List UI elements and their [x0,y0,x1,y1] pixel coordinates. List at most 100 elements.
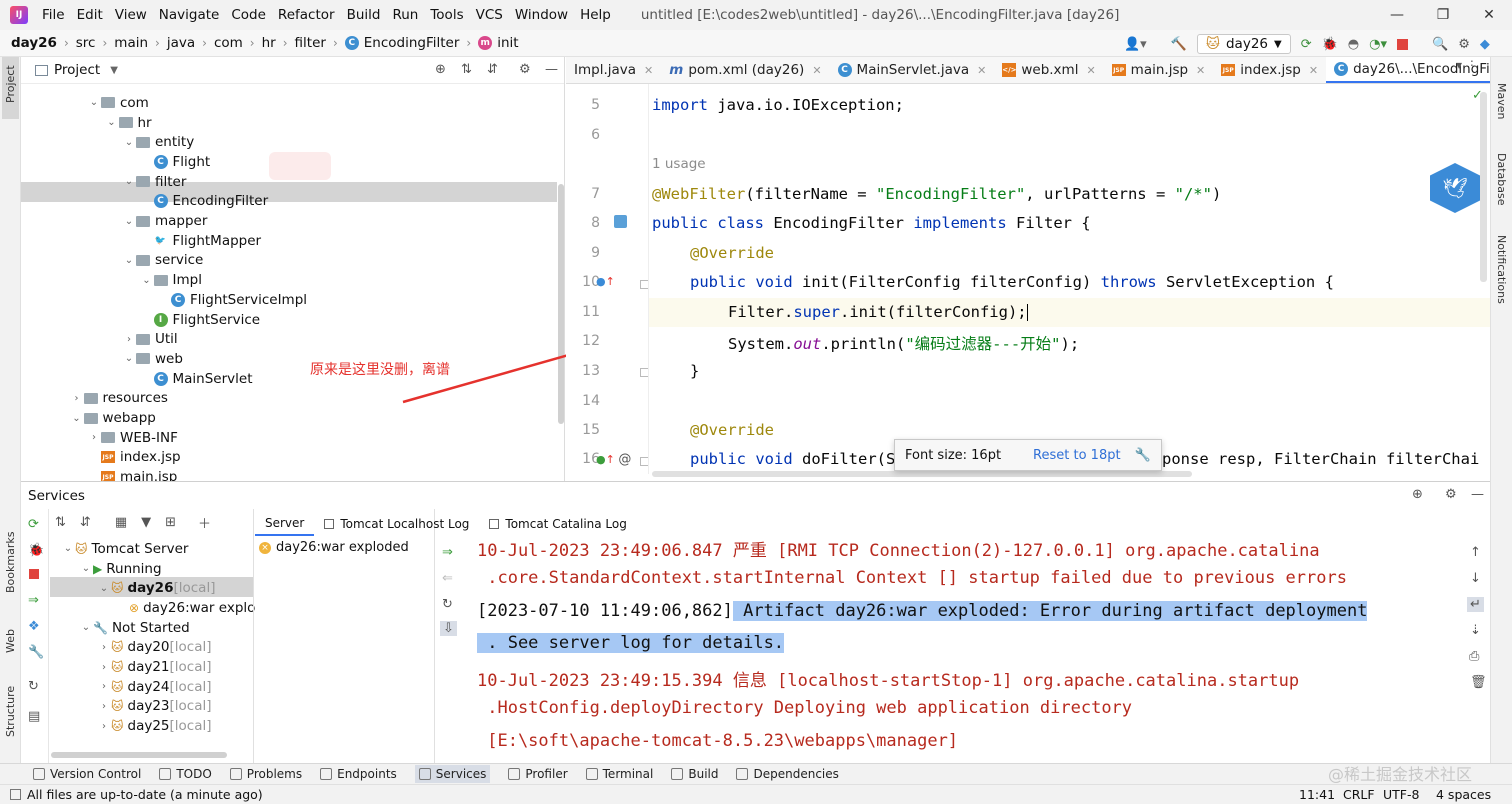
log-line[interactable]: .HostConfig.deployDirectory Deploying we… [477,698,1132,718]
chevron-right-icon[interactable]: › [97,642,111,653]
expand-all-icon[interactable]: ⇅ [461,62,472,77]
menu-build[interactable]: Build [347,7,381,23]
code-line-16-tail[interactable]: ponse resp, FilterChain filterChai [1162,450,1479,468]
log-line[interactable]: [2023-07-10 11:49:06,862] Artifact day26… [477,601,1368,621]
undeploy-icon[interactable]: ⇐ [442,571,453,586]
chevron-right-icon[interactable]: › [97,681,111,692]
code-line-8[interactable]: public class EncodingFilter implements F… [652,214,1091,232]
chevron-down-icon[interactable]: ⌄ [122,216,136,227]
download-icon[interactable]: ⇩ [440,621,457,636]
log-tab[interactable]: Tomcat Localhost Log [314,512,479,536]
tool-version-control[interactable]: Version Control [33,767,141,781]
service-item[interactable]: ⊗ day26:war explo [115,598,255,618]
tree-item-flightmapper[interactable]: 🐦 FlightMapper [140,231,261,251]
close-tab-icon[interactable]: ✕ [1196,64,1205,77]
log-line[interactable]: .core.StandardContext.startInternal Cont… [477,568,1347,588]
chevron-right-icon[interactable]: › [97,721,111,732]
hide-panel-icon[interactable]: — [545,62,558,77]
tree-item-resources[interactable]: › resources [70,389,168,409]
clear-icon[interactable]: 🗑 [1470,675,1487,690]
collapse-all-icon[interactable]: ⇵ [80,515,91,530]
log-line[interactable]: 10-Jul-2023 23:49:15.394 信息 [localhost-s… [477,666,1299,691]
tree-item-mainservlet[interactable]: C MainServlet [140,369,253,389]
deploy-icon[interactable]: ⇒ [28,593,39,608]
indent-setting[interactable]: 4 spaces [1436,787,1491,802]
chevron-down-icon[interactable]: ▼ [110,65,118,76]
chevron-down-icon[interactable]: ⌄ [70,413,84,424]
service-item[interactable]: ⌄ 🐱 day26 [local] [97,578,216,598]
tool-todo[interactable]: TODO [159,767,212,781]
tree-item-filter[interactable]: ⌄ filter [122,172,187,192]
coverage-icon[interactable]: ◓ [1348,37,1359,52]
tree-item-entity[interactable]: ⌄ entity [122,132,194,152]
breadcrumb-item[interactable]: hr [262,35,276,51]
tool-services[interactable]: Services [414,765,491,783]
tree-item-flightserviceimpl[interactable]: C FlightServiceImpl [157,290,307,310]
log-tab[interactable]: Tomcat Catalina Log [479,512,636,536]
print-icon[interactable]: ⎙ [1469,649,1479,664]
project-scrollbar[interactable] [558,184,564,424]
editor-tab[interactable]: JSP index.jsp ✕ [1213,57,1326,83]
tree-item-web-inf[interactable]: › WEB-INF [87,428,178,448]
build-hammer-icon[interactable]: 🔨 [1171,37,1187,52]
chevron-down-icon[interactable]: ⌄ [61,543,75,554]
search-icon[interactable]: 🔍 [1432,37,1448,52]
chevron-right-icon[interactable]: › [122,334,136,345]
deployment-item[interactable]: × day26:war exploded [259,540,409,555]
rerun-icon[interactable]: ⟳ [1301,37,1312,52]
editor-tab[interactable]: m pom.xml (day26) ✕ [661,57,829,83]
service-item[interactable]: › 🐱 day20 [local] [97,638,212,658]
maven-strip-label[interactable]: Maven [1495,83,1508,119]
editor-tab[interactable]: Impl.java ✕ [566,57,661,83]
chevron-right-icon[interactable]: › [97,701,111,712]
code-line-15[interactable]: @Override [690,421,774,439]
notifications-strip-label[interactable]: Notifications [1495,235,1508,304]
plugin-icon[interactable]: ◆ [1480,37,1490,52]
menu-file[interactable]: File [42,7,65,23]
service-item[interactable]: › 🐱 day24 [local] [97,677,212,697]
breadcrumb-item[interactable]: m init [478,35,519,51]
locate-icon[interactable]: ⊕ [435,62,446,77]
tree-item-com[interactable]: ⌄ com [87,93,149,113]
menu-run[interactable]: Run [392,7,418,23]
service-item[interactable]: › 🐱 day21 [local] [97,657,212,677]
layout-icon[interactable]: ▤ [28,709,40,724]
tree-item-service[interactable]: ⌄ service [122,251,204,271]
tree-item-web[interactable]: ⌄ web [122,349,183,369]
breadcrumb-item[interactable]: java [167,35,195,51]
editor-tab[interactable]: </> web.xml ✕ [994,57,1103,83]
log-line[interactable]: [E:\soft\apache-tomcat-8.5.23\webapps\ma… [477,731,958,751]
chevron-down-icon[interactable]: ⌄ [79,563,93,574]
service-item[interactable]: › 🐱 day23 [local] [97,697,212,717]
menu-navigate[interactable]: Navigate [159,7,220,23]
scroll-to-end-icon[interactable]: ⇣ [1470,623,1481,638]
user-icon[interactable]: 👤▾ [1124,37,1147,52]
menu-view[interactable]: View [115,7,147,23]
structure-strip-label[interactable]: Structure [4,686,17,737]
locate-icon[interactable]: ⊕ [1412,487,1423,502]
database-strip-label[interactable]: Database [1495,153,1508,206]
reset-font-link[interactable]: Reset to 18pt [1033,448,1121,463]
line-separator[interactable]: CRLF [1343,787,1375,802]
breadcrumb-item[interactable]: C EncodingFilter [344,35,459,51]
tool-terminal[interactable]: Terminal [585,767,653,781]
breadcrumb-item[interactable]: com [214,35,243,51]
close-tab-icon[interactable]: ✕ [977,64,986,77]
servlet-gutter-icon[interactable] [614,215,627,228]
tool-dependencies[interactable]: Dependencies [736,767,839,781]
implement-gutter-icon[interactable]: ●↑ @ [596,452,631,467]
service-item[interactable]: ⌄ ▶ Running [79,559,162,579]
editor-hscrollbar[interactable] [652,471,1192,477]
scroll-up-icon[interactable]: ↑ [1470,545,1481,560]
collapse-all-icon[interactable]: ⇵ [487,62,498,77]
minimize-icon[interactable]: — [1374,0,1420,30]
close-icon[interactable]: ✕ [1466,0,1512,30]
chevron-right-icon[interactable]: › [87,432,101,443]
settings-gear-icon[interactable]: ⚙ [1458,37,1470,52]
editor-scrollbar[interactable] [1480,92,1487,282]
log-line[interactable]: . See server log for details. [477,633,785,653]
debug-icon[interactable]: 🐞 [1322,37,1338,52]
code-line-12[interactable]: System.out.println("编码过滤器---开始"); [728,332,1079,354]
wrench-icon[interactable]: 🔧 [28,645,44,660]
scroll-down-icon[interactable]: ↓ [1470,571,1481,586]
